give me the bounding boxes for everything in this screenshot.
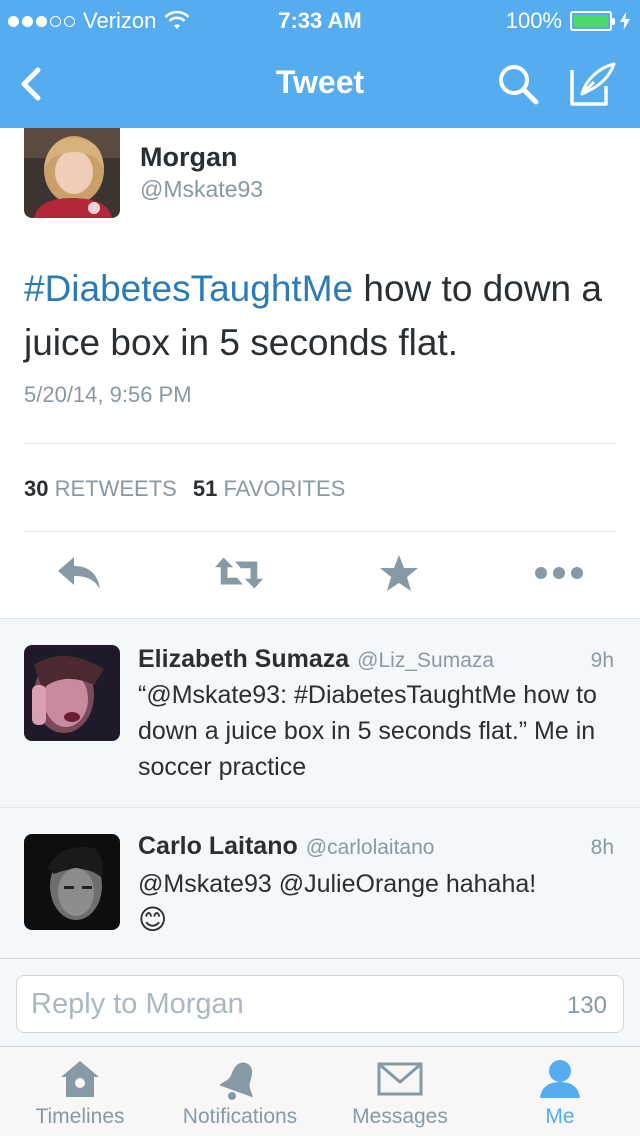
- compose-icon: [570, 62, 616, 106]
- author-avatar[interactable]: [24, 128, 120, 218]
- favorites-stat[interactable]: 51 FAVORITES: [193, 476, 345, 502]
- home-icon: [61, 1061, 99, 1097]
- status-bar: Verizon 7:33 AM 100%: [0, 0, 640, 40]
- reply-time: 8h: [590, 836, 614, 859]
- reply-icon: [58, 557, 100, 589]
- reply-author[interactable]: Elizabeth Sumaza @Liz_Sumaza: [138, 645, 494, 674]
- tab-label: Me: [545, 1105, 575, 1128]
- tab-label: Timelines: [35, 1105, 125, 1128]
- reply-text: “@Mskate93: #DiabetesTaughtMe how to dow…: [138, 681, 597, 781]
- top-bar: Verizon 7:33 AM 100% Tweet: [0, 0, 640, 128]
- charging-bolt-icon: [620, 12, 630, 30]
- tab-me[interactable]: Me: [480, 1047, 640, 1136]
- smiley-emoji-icon: 😊: [138, 904, 168, 935]
- divider: [24, 443, 616, 444]
- retweets-label: RETWEETS: [54, 476, 177, 501]
- author-handle[interactable]: @Mskate93: [140, 176, 263, 203]
- retweets-count: 30: [24, 476, 49, 501]
- battery-percent: 100%: [505, 8, 562, 33]
- favorite-star-icon: [380, 555, 418, 591]
- retweets-stat[interactable]: 30 RETWEETS: [24, 476, 177, 502]
- reply-author-handle: @Liz_Sumaza: [357, 649, 495, 672]
- retweet-icon: [214, 557, 264, 589]
- reply-author-name: Elizabeth Sumaza: [138, 645, 350, 673]
- reply-author[interactable]: Carlo Laitano @carlolaitano: [138, 832, 434, 861]
- tab-notifications[interactable]: Notifications: [160, 1047, 320, 1136]
- reply-text-body: @Mskate93 @JulieOrange hahaha!: [138, 870, 537, 898]
- tweet-stats: 30 RETWEETS 51 FAVORITES: [24, 476, 345, 502]
- compose-button[interactable]: [568, 60, 618, 108]
- reply-button[interactable]: [54, 548, 104, 598]
- more-icon: [535, 567, 583, 579]
- reply-compose-area: Reply to Morgan 130: [0, 958, 640, 1046]
- replies-list: Elizabeth Sumaza @Liz_Sumaza 9h “@Mskate9…: [0, 618, 640, 958]
- battery-icon: [570, 11, 615, 31]
- list-item[interactable]: Carlo Laitano @carlolaitano 8h @Mskate93 …: [0, 808, 640, 959]
- reply-avatar[interactable]: [24, 834, 120, 930]
- reply-placeholder: Reply to Morgan: [31, 988, 244, 1020]
- more-button[interactable]: [534, 548, 584, 598]
- reply-author-handle: @carlolaitano: [305, 836, 435, 859]
- author-name[interactable]: Morgan: [140, 142, 238, 173]
- favorites-count: 51: [192, 476, 218, 501]
- tweet-text: #DiabetesTaughtMe how to down a juice bo…: [24, 262, 624, 370]
- char-counter: 130: [566, 992, 607, 1019]
- favorites-label: FAVORITES: [223, 476, 346, 501]
- hashtag-link[interactable]: #DiabetesTaughtMe: [24, 268, 353, 309]
- tab-messages[interactable]: Messages: [320, 1047, 480, 1136]
- person-icon: [540, 1060, 580, 1098]
- reply-avatar[interactable]: [24, 645, 120, 741]
- battery-group: 100%: [506, 8, 630, 34]
- reply-time: 9h: [590, 649, 614, 672]
- bell-icon: [220, 1062, 253, 1100]
- retweet-button[interactable]: [214, 548, 264, 598]
- search-icon: [499, 65, 539, 105]
- reply-author-name: Carlo Laitano: [138, 832, 298, 860]
- tweet-timestamp: 5/20/14, 9:56 PM: [24, 382, 192, 407]
- tab-label: Notifications: [182, 1105, 298, 1128]
- divider: [24, 531, 616, 532]
- reply-input[interactable]: Reply to Morgan 130: [16, 975, 624, 1033]
- search-button[interactable]: [496, 62, 540, 106]
- envelope-icon: [377, 1062, 423, 1096]
- favorite-button[interactable]: [374, 548, 424, 598]
- page-title: Tweet: [275, 64, 365, 100]
- list-item[interactable]: Elizabeth Sumaza @Liz_Sumaza 9h “@Mskate9…: [0, 619, 640, 807]
- tab-timelines[interactable]: Timelines: [0, 1047, 160, 1136]
- reply-text: @Mskate93 @JulieOrange hahaha! 😊: [138, 866, 618, 939]
- tab-label: Messages: [352, 1105, 448, 1128]
- tweet-actions: [0, 548, 640, 604]
- tab-bar: Timelines Notifications Messages Me: [0, 1046, 640, 1136]
